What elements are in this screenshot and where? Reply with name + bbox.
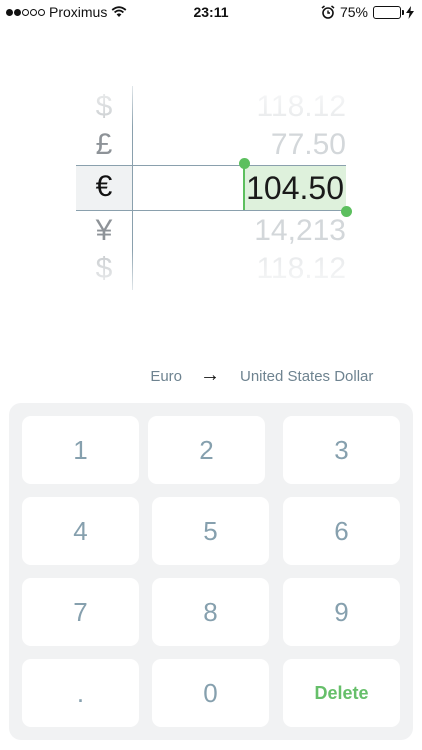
currency-wheel[interactable]: $ £ € ¥ $ 118.12 77.50 14,213 118.12 104… (0, 0, 422, 300)
key-4[interactable]: 4 (22, 497, 139, 565)
key-2[interactable]: 2 (148, 416, 265, 484)
currency-symbol-dollar[interactable]: $ (76, 86, 132, 128)
key-8[interactable]: 8 (152, 578, 269, 646)
currency-symbol-column[interactable]: $ £ € ¥ $ (76, 86, 132, 290)
numeric-keypad: 1 2 3 4 5 6 7 8 9 . 0 Delete (9, 403, 413, 740)
text-cursor (243, 166, 245, 210)
key-0[interactable]: 0 (152, 659, 269, 727)
key-7[interactable]: 7 (22, 578, 139, 646)
selection-bottom-line (76, 210, 346, 211)
key-6[interactable]: 6 (283, 497, 400, 565)
arrow-right-icon: → (200, 364, 220, 386)
currency-symbol-pound[interactable]: £ (76, 124, 132, 166)
selection-handle-end[interactable] (341, 206, 352, 217)
column-divider (132, 86, 133, 290)
converted-value-dollar-bottom: 118.12 (256, 252, 346, 285)
selection-handle-start[interactable] (239, 158, 250, 169)
amount-input-selected[interactable]: 104.50 (244, 166, 346, 210)
currency-symbol-yen[interactable]: ¥ (76, 210, 132, 252)
key-1[interactable]: 1 (22, 416, 139, 484)
currency-symbol-euro[interactable]: € (76, 166, 132, 208)
key-5[interactable]: 5 (152, 497, 269, 565)
delete-button[interactable]: Delete (283, 659, 400, 727)
target-currency-label[interactable]: United States Dollar (240, 368, 373, 385)
key-decimal-point[interactable]: . (22, 659, 139, 727)
converted-value-dollar: 118.12 (256, 90, 346, 123)
source-currency-label[interactable]: Euro (150, 368, 182, 385)
converted-value-yen: 14,213 (254, 214, 346, 247)
key-9[interactable]: 9 (283, 578, 400, 646)
conversion-direction[interactable]: Euro → United States Dollar (0, 364, 422, 388)
currency-symbol-dollar-bottom[interactable]: $ (76, 248, 132, 290)
key-3[interactable]: 3 (283, 416, 400, 484)
